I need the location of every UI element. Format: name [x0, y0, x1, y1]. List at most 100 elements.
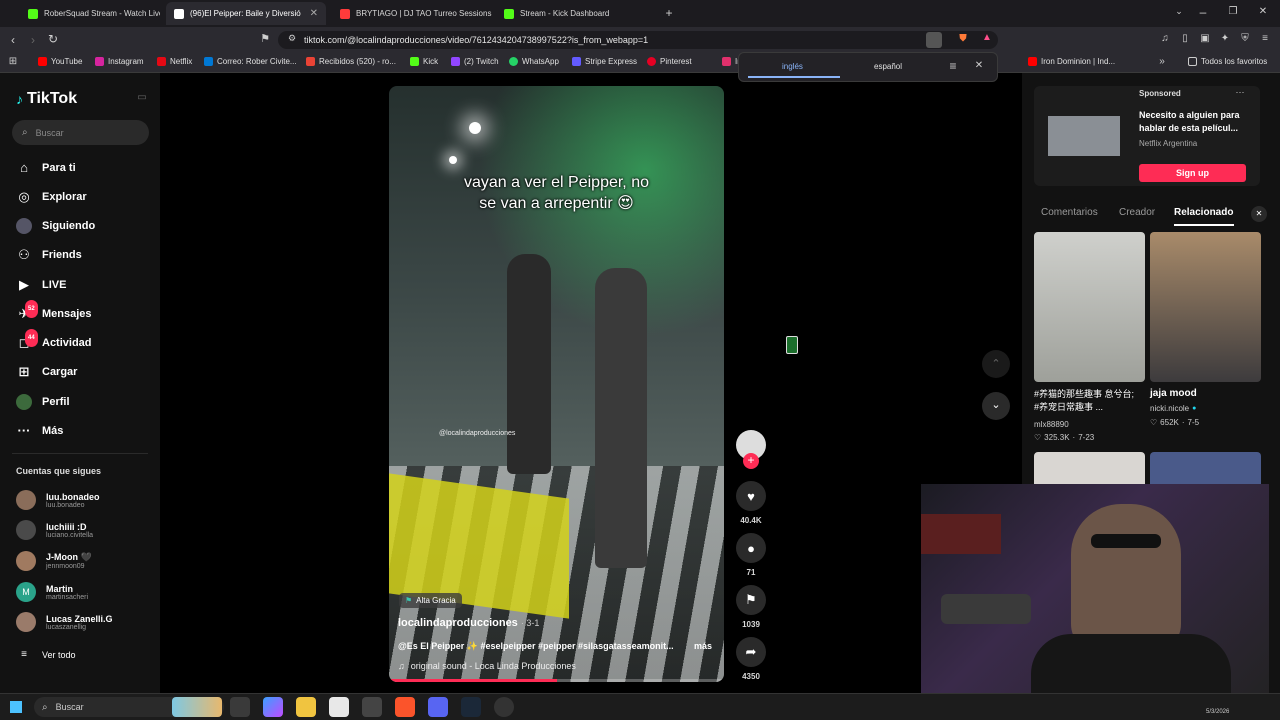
following-item[interactable]: M Martin martinsacheri	[16, 582, 88, 602]
vpn-icon[interactable]: ⛨	[1238, 33, 1252, 44]
close-window-icon[interactable]: ✕	[1256, 6, 1270, 17]
store-icon[interactable]	[329, 697, 349, 717]
search-input[interactable]: ⌕ Buscar	[12, 120, 149, 145]
tab-list-icon[interactable]: ⌄	[1172, 6, 1186, 17]
bookmark-instagram[interactable]: Instagram	[95, 57, 144, 66]
bookmark-icon[interactable]: ⚑	[258, 32, 272, 45]
nav-perfil[interactable]: Perfil	[16, 394, 70, 410]
nav-friends[interactable]: ⚇ Friends	[16, 247, 82, 263]
tab-relacionado[interactable]: Relacionado	[1174, 207, 1233, 218]
close-tab-icon[interactable]: ✕	[310, 8, 318, 19]
related-title[interactable]: #养猫的那些趣事 怠兮台; #养宠日常趣事 ...	[1034, 388, 1134, 414]
copilot-icon[interactable]	[263, 697, 283, 717]
nav-live[interactable]: ▶ LIVE	[16, 277, 66, 293]
windows-start-icon[interactable]	[10, 701, 22, 713]
progress-track[interactable]	[389, 679, 724, 682]
file-explorer-icon[interactable]	[296, 697, 316, 717]
reload-icon[interactable]: ↻	[46, 32, 60, 46]
tab-brytiago[interactable]: BRYTIAGO | DJ TAO Turreo Sessions	[332, 2, 492, 25]
bookmark-twitch[interactable]: (2) Twitch	[451, 57, 499, 66]
close-panel-icon[interactable]: ✕	[1251, 206, 1267, 222]
translate-icon[interactable]	[926, 32, 942, 48]
related-thumb[interactable]	[1034, 232, 1145, 382]
lang-english[interactable]: inglés	[782, 62, 803, 71]
extensions-icon[interactable]: ✦	[1218, 33, 1232, 44]
comment-button[interactable]: ●	[736, 533, 766, 563]
sound-link[interactable]: ♫ original sound - Loca Linda Produccione…	[398, 661, 576, 671]
nav-explorar[interactable]: ◎ Explorar	[16, 189, 86, 205]
brave-shield-icon[interactable]: ⛊	[956, 33, 970, 44]
related-user[interactable]: nicki.nicole ●	[1150, 404, 1196, 413]
video-player[interactable]: vayan a ver el Peipper, no se van a arre…	[389, 86, 724, 682]
location-tag[interactable]: ⚑ Alta Gracia	[399, 593, 462, 608]
bookmark-correo[interactable]: Correo: Rober Civite...	[204, 57, 297, 66]
nav-siguiendo[interactable]: Siguiendo	[16, 218, 95, 234]
address-bar[interactable]: tiktok.com/@localindaproducciones/video/…	[278, 31, 998, 49]
like-button[interactable]: ♥	[736, 481, 766, 511]
tab-robersquad[interactable]: RoberSquad Stream - Watch Live	[20, 2, 160, 25]
twitch-icon	[451, 57, 460, 66]
bookmark-pinterest[interactable]: Pinterest	[647, 57, 692, 66]
app-icon[interactable]	[362, 697, 382, 717]
bookmark-stripe[interactable]: Stripe Express	[572, 57, 637, 66]
brave-icon[interactable]	[395, 697, 415, 717]
nav-mas[interactable]: ··· Más	[16, 423, 64, 439]
lang-spanish[interactable]: español	[874, 62, 902, 71]
nav-para-ti[interactable]: ⌂ Para ti	[16, 160, 76, 176]
menu-icon[interactable]: ≡	[1258, 33, 1272, 44]
share-button[interactable]: ➦	[736, 637, 766, 667]
nav-cargar[interactable]: ⊞ Cargar	[16, 364, 78, 380]
follow-plus-icon[interactable]: +	[743, 453, 759, 469]
back-icon[interactable]: ‹	[6, 33, 20, 47]
ad-more-icon[interactable]: ···	[1234, 87, 1246, 97]
all-favorites[interactable]: Todos los favoritos	[1188, 57, 1267, 66]
sign-up-button[interactable]: Sign up	[1139, 164, 1246, 182]
collapse-sidebar-icon[interactable]: ▭	[136, 92, 148, 103]
steam-icon[interactable]	[461, 697, 481, 717]
close-translate-icon[interactable]: ✕	[972, 60, 986, 71]
bookmark-whatsapp[interactable]: WhatsApp	[509, 57, 559, 66]
youtube-icon	[340, 8, 350, 19]
maximize-icon[interactable]: ❐	[1226, 6, 1240, 17]
bookmark-gmail[interactable]: Recibidos (520) - ro...	[306, 57, 396, 66]
bookmark-netflix[interactable]: Netflix	[157, 57, 192, 66]
tab-comentarios[interactable]: Comentarios	[1041, 207, 1098, 218]
related-user[interactable]: mlx88890	[1034, 420, 1069, 429]
save-button[interactable]: ⚑	[736, 585, 766, 615]
more-link[interactable]: más	[694, 641, 712, 651]
tab-kick-dashboard[interactable]: Stream - Kick Dashboard	[496, 2, 656, 25]
forward-icon[interactable]: ›	[26, 33, 40, 47]
following-item[interactable]: luchiiii :D luciano.civitella	[16, 520, 93, 540]
nav-mensajes[interactable]: ✈ 52 Mensajes	[16, 300, 92, 322]
sidebar-toggle-icon[interactable]: ▯	[1178, 33, 1192, 44]
see-all-link[interactable]: ≡ Ver todo	[16, 647, 75, 663]
bookmark-kick[interactable]: Kick	[410, 57, 438, 66]
following-item[interactable]: Lucas Zanelli.G lucaszanellig	[16, 612, 113, 632]
following-item[interactable]: luu.bonadeo luu.bonadeo	[16, 490, 100, 510]
music-icon[interactable]: ♫	[1158, 33, 1172, 44]
next-video-button[interactable]: ⌄	[982, 392, 1010, 420]
discord-icon[interactable]	[428, 697, 448, 717]
translate-menu-icon[interactable]: ≡	[946, 59, 960, 73]
bookmark-youtube[interactable]: YouTube	[38, 57, 82, 66]
obs-icon[interactable]	[494, 697, 514, 717]
more-bookmarks-icon[interactable]: »	[1156, 56, 1168, 67]
tab-creador[interactable]: Creador	[1119, 207, 1155, 218]
minimize-icon[interactable]: –	[1196, 5, 1210, 19]
prev-video-button[interactable]: ⌃	[982, 350, 1010, 378]
related-thumb[interactable]	[1150, 232, 1261, 382]
rewards-icon[interactable]: ▲	[980, 32, 994, 43]
video-author[interactable]: localindaproducciones · 3-1	[398, 617, 539, 629]
new-tab-icon[interactable]: +	[662, 6, 676, 20]
site-info-icon[interactable]: ⚙	[286, 33, 298, 44]
tiktok-logo[interactable]: ♪ TikTok	[16, 90, 77, 108]
search-icon: ⌕	[42, 701, 48, 713]
nav-actividad[interactable]: ◻ 44 Actividad	[16, 329, 92, 351]
apps-icon[interactable]: ⊞	[6, 56, 20, 67]
related-title[interactable]: jaja mood	[1150, 388, 1197, 399]
wallet-icon[interactable]: ▣	[1198, 33, 1212, 44]
task-view-icon[interactable]	[230, 697, 250, 717]
bookmark-iron-dominion[interactable]: Iron Dominion | Ind...	[1028, 57, 1115, 66]
tab-tiktok[interactable]: (96)El Peipper: Baile y Diversió ✕	[166, 2, 326, 25]
following-item[interactable]: J-Moon 🖤 jennmoon09	[16, 551, 92, 571]
